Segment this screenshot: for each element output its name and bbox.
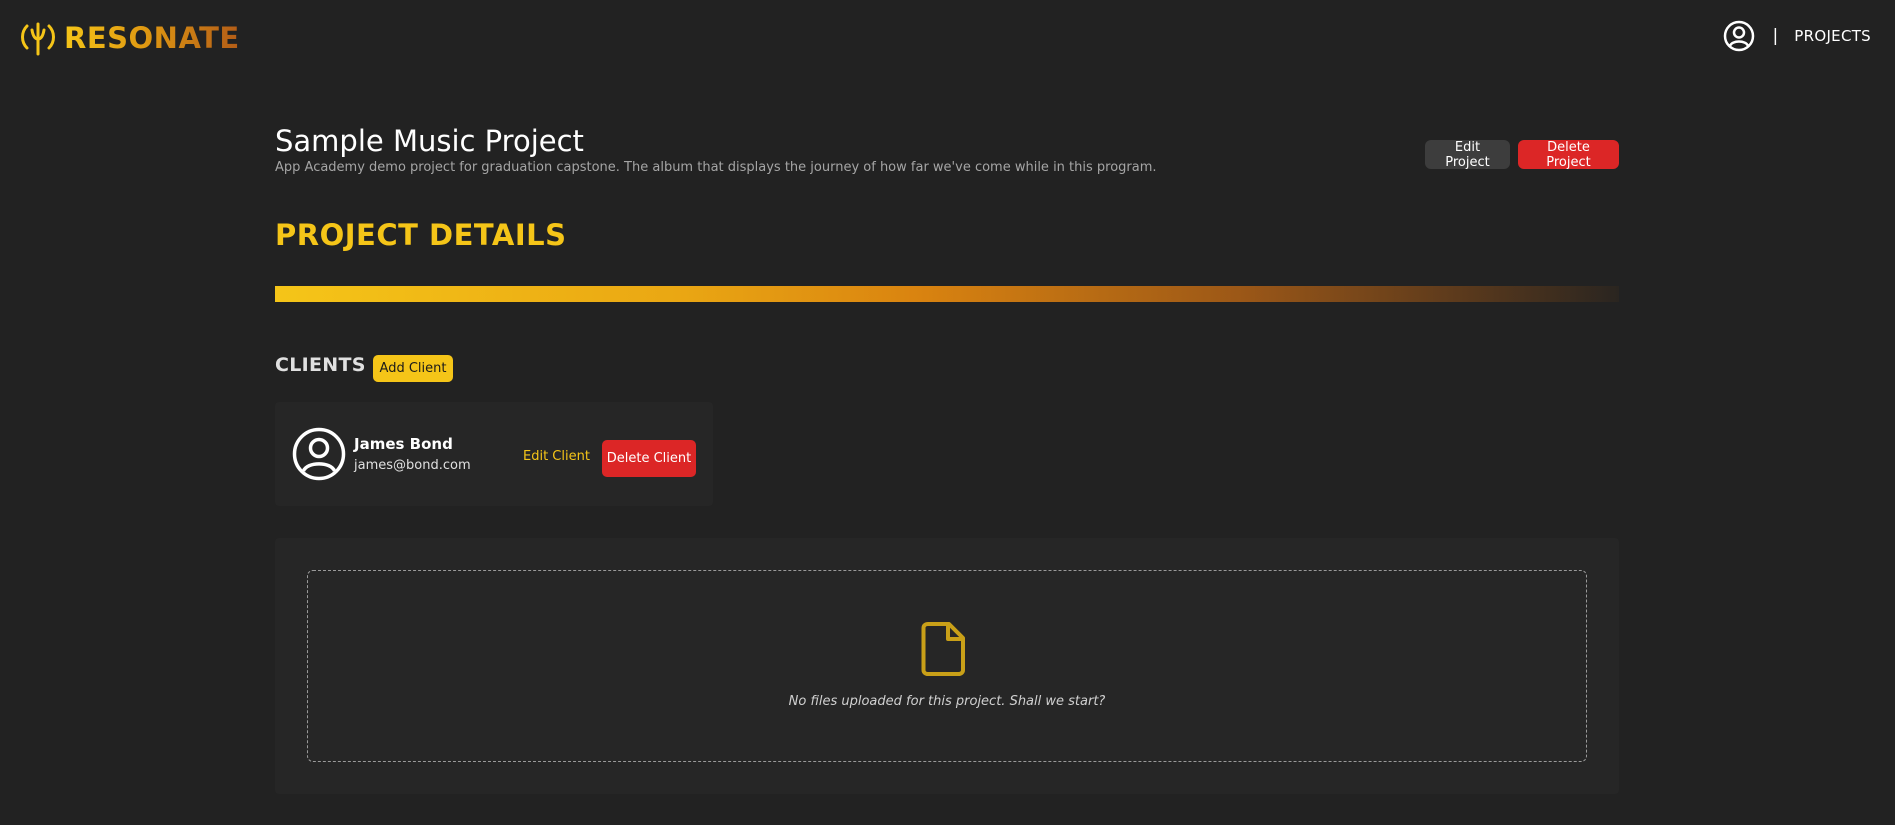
brand-logo[interactable]: RESONATE — [18, 18, 240, 58]
client-card: James Bond james@bond.com Edit Client De… — [275, 402, 713, 506]
user-circle-icon — [292, 427, 346, 481]
delete-client-button[interactable]: Delete Client — [602, 440, 696, 477]
files-panel: No files uploaded for this project. Shal… — [275, 538, 1619, 794]
nav-right: | PROJECTS — [1723, 20, 1871, 52]
file-dropzone[interactable]: No files uploaded for this project. Shal… — [307, 570, 1587, 762]
nav-separator: | — [1772, 26, 1779, 46]
antenna-icon — [21, 22, 55, 56]
project-description: App Academy demo project for graduation … — [275, 160, 1157, 175]
add-client-button[interactable]: Add Client — [373, 355, 453, 382]
file-icon — [921, 622, 965, 676]
no-files-message: No files uploaded for this project. Shal… — [788, 694, 1106, 709]
edit-client-link[interactable]: Edit Client — [523, 449, 590, 464]
user-circle-icon[interactable] — [1723, 20, 1755, 52]
client-email: james@bond.com — [354, 458, 471, 473]
project-details-heading: PROJECT DETAILS — [275, 218, 567, 252]
gradient-divider — [275, 286, 1619, 302]
projects-link[interactable]: PROJECTS — [1794, 27, 1871, 45]
brand-name: RESONATE — [64, 21, 240, 55]
clients-heading: CLIENTS — [275, 354, 366, 376]
project-title: Sample Music Project — [275, 124, 584, 158]
delete-project-button[interactable]: Delete Project — [1518, 140, 1619, 170]
edit-project-button[interactable]: Edit Project — [1425, 140, 1510, 170]
top-navbar: RESONATE | PROJECTS — [0, 0, 1895, 80]
client-name: James Bond — [354, 435, 453, 453]
